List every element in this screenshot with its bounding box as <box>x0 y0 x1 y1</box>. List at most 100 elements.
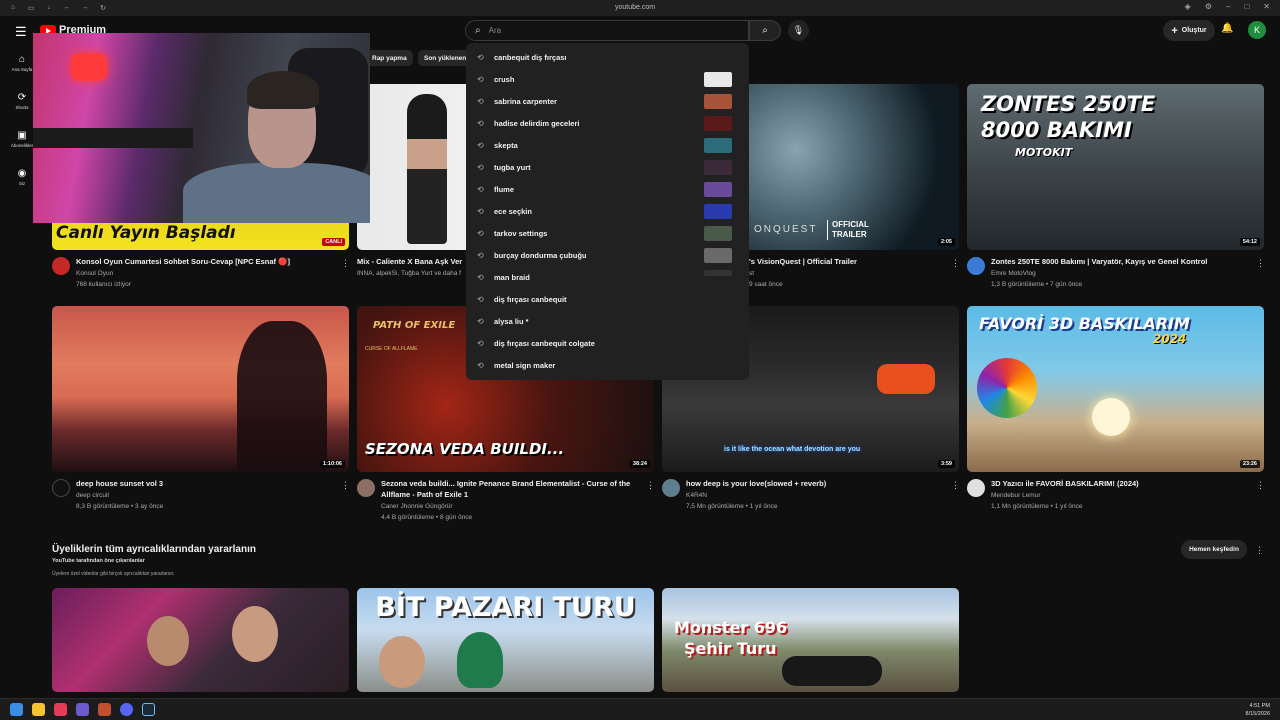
more-options-icon[interactable]: ⋮ <box>646 480 655 491</box>
suggestion-item[interactable]: ⟲ tugba yurt <box>466 156 749 178</box>
channel-avatar[interactable] <box>52 479 70 497</box>
video-thumbnail[interactable]: 1:10:06 <box>52 306 349 472</box>
channel-name[interactable]: Emre MotoVlog <box>991 268 1036 279</box>
more-options-icon[interactable]: ⋮ <box>341 480 350 491</box>
live-badge: CANLI <box>322 238 345 246</box>
explore-button[interactable]: Hemen keşfedin <box>1181 540 1247 559</box>
suggestion-item[interactable]: ⟲ hadise delirdim geceleri <box>466 112 749 134</box>
channel-name[interactable]: K4R4N <box>686 490 707 501</box>
more-options-icon[interactable]: ⋮ <box>1256 480 1265 491</box>
suggestion-item[interactable]: ⟲ canbequit diş fırçası <box>466 46 749 68</box>
discord-icon[interactable] <box>120 703 133 716</box>
minimize-icon[interactable]: – <box>1226 2 1230 11</box>
notifications-bell-icon[interactable]: 🔔 <box>1221 23 1233 34</box>
suggestion-text: hadise delirdim geceleri <box>494 118 580 128</box>
video-title-line2[interactable]: Allflame - Path of Exile 1 <box>381 490 641 500</box>
history-icon: ⟲ <box>477 52 484 62</box>
video-duration: 38:24 <box>629 460 650 468</box>
maximize-icon[interactable]: □ <box>1244 2 1249 11</box>
section-more-icon[interactable]: ⋮ <box>1255 545 1264 556</box>
video-thumbnail[interactable] <box>52 588 349 692</box>
channel-name[interactable]: Mendebur Lemur <box>991 490 1041 501</box>
channel-name[interactable]: st <box>749 268 754 279</box>
section-subtitle: YouTube tarafından öne çıkarılanlar <box>52 558 145 564</box>
address-bar[interactable]: youtube.com <box>615 4 655 11</box>
suggestion-item[interactable]: ⟲ tarkov settings <box>466 222 749 244</box>
history-icon: ⟲ <box>477 140 484 150</box>
clock-date: 8/15/2026 <box>1245 711 1270 717</box>
create-button[interactable]: + Oluştur <box>1163 20 1215 41</box>
system-clock[interactable]: 4:51 PM 8/15/2026 <box>1246 702 1270 718</box>
reload-icon[interactable]: ↻ <box>98 4 108 12</box>
video-thumbnail[interactable]: BİT PAZARI TURU <box>357 588 654 692</box>
suggestion-item[interactable]: ⟲ skepta <box>466 134 749 156</box>
workspaces-icon[interactable]: ⌂ <box>8 4 18 12</box>
browser-app-icon[interactable] <box>76 703 89 716</box>
suggestion-item[interactable]: ⟲ alysa liu * <box>466 310 749 332</box>
thumbnail-text: ONQUEST <box>754 224 818 235</box>
channel-name[interactable]: Konsol Oyun <box>76 268 113 279</box>
start-icon[interactable] <box>10 703 23 716</box>
back-icon[interactable]: ← <box>62 4 72 12</box>
close-icon[interactable]: ✕ <box>1263 2 1270 11</box>
suggestion-item[interactable]: ⟲ diş fırçası canbequit colgate <box>466 332 749 354</box>
video-title[interactable]: 's VisionQuest | Official Trailer <box>749 257 939 267</box>
channel-avatar[interactable] <box>967 257 985 275</box>
suggestion-item[interactable]: ⟲ flume <box>466 178 749 200</box>
search-button[interactable]: ⌕ <box>749 20 781 41</box>
video-title[interactable]: 3D Yazıcı ile FAVORİ BASKILARIM! (2024) <box>991 479 1251 489</box>
file-explorer-icon[interactable] <box>32 703 45 716</box>
settings-icon[interactable]: ⚙ <box>1205 2 1212 11</box>
channel-avatar[interactable] <box>662 479 680 497</box>
video-meta: 9 saat önce <box>749 281 783 288</box>
video-title[interactable]: deep house sunset vol 3 <box>76 479 336 489</box>
extensions-icon[interactable]: ◈ <box>1185 2 1191 11</box>
thumbnail-text: Monster 696 <box>674 618 788 637</box>
channel-avatar[interactable] <box>357 479 375 497</box>
channel-name[interactable]: deep circuit <box>76 490 109 501</box>
suggestion-item[interactable]: ⟲ ece seçkin <box>466 200 749 222</box>
channel-avatar[interactable] <box>967 479 985 497</box>
tabs-icon[interactable]: ▭ <box>26 4 36 12</box>
more-options-icon[interactable]: ⋮ <box>341 258 350 269</box>
channel-avatar[interactable] <box>52 257 70 275</box>
search-box[interactable]: ⌕ <box>465 20 749 41</box>
video-thumbnail[interactable]: Monster 696 Şehir Turu <box>662 588 959 692</box>
voice-search-button[interactable]: 🎙 <box>788 20 809 41</box>
forward-icon[interactable]: → <box>80 4 90 12</box>
account-avatar[interactable]: K <box>1248 21 1266 39</box>
suggestion-item[interactable]: ⟲ sabrina carpenter <box>466 90 749 112</box>
suggestion-item[interactable]: ⟲ man braid <box>466 266 749 288</box>
channel-name[interactable]: INNA, alpekSi, Tuğba Yurt ve daha f <box>357 268 465 279</box>
suggestion-item[interactable]: ⟲ diş fırçası canbequit <box>466 288 749 310</box>
music-app-icon[interactable] <box>54 703 67 716</box>
video-thumbnail[interactable]: FAVORİ 3D BASKILARIM 2024 23:26 <box>967 306 1264 472</box>
suggestion-text: diş fırçası canbequit colgate <box>494 338 595 348</box>
menu-icon[interactable]: ☰ <box>15 24 27 40</box>
recording-app-icon[interactable] <box>98 703 111 716</box>
video-title[interactable]: how deep is your love(slowed + reverb) <box>686 479 946 489</box>
video-title[interactable]: Mix - Caliente X Bana Aşk Ver <box>357 257 465 267</box>
channel-name[interactable]: Caner Jhonnie Güngörür <box>381 501 453 512</box>
chip-rap[interactable]: Rap yapma <box>366 50 413 66</box>
more-options-icon[interactable]: ⋮ <box>1256 258 1265 269</box>
suggestion-item[interactable]: ⟲ metal sign maker <box>466 354 749 376</box>
steam-icon[interactable] <box>142 703 155 716</box>
suggestion-item[interactable]: ⟲ burçay dondurma çubuğu <box>466 244 749 266</box>
suggestion-thumbnail <box>704 270 732 276</box>
suggestion-thumbnail <box>704 160 732 175</box>
suggestion-thumbnail <box>704 116 732 131</box>
video-title[interactable]: Zontes 250TE 8000 Bakımı | Varyatör, Kay… <box>991 257 1251 267</box>
more-options-icon[interactable]: ⋮ <box>951 480 960 491</box>
history-icon: ⟲ <box>477 162 484 172</box>
suggestion-thumbnail <box>704 182 732 197</box>
suggestion-text: alysa liu * <box>494 316 529 326</box>
video-title[interactable]: Sezona veda buildi... Ignite Penance Bra… <box>381 479 641 489</box>
suggestion-item[interactable]: ⟲ crush <box>466 68 749 90</box>
video-thumbnail[interactable]: ZONTES 250TE 8000 BAKIMI MOTOKIT 54:12 <box>967 84 1264 250</box>
chip-recent[interactable]: Son yüklenen <box>418 50 473 66</box>
video-title[interactable]: Konsol Oyun Cumartesi Sohbet Soru-Cevap … <box>76 257 336 267</box>
more-options-icon[interactable]: ⋮ <box>951 258 960 269</box>
search-input[interactable] <box>488 26 689 35</box>
download-icon[interactable]: ↓ <box>44 4 54 12</box>
